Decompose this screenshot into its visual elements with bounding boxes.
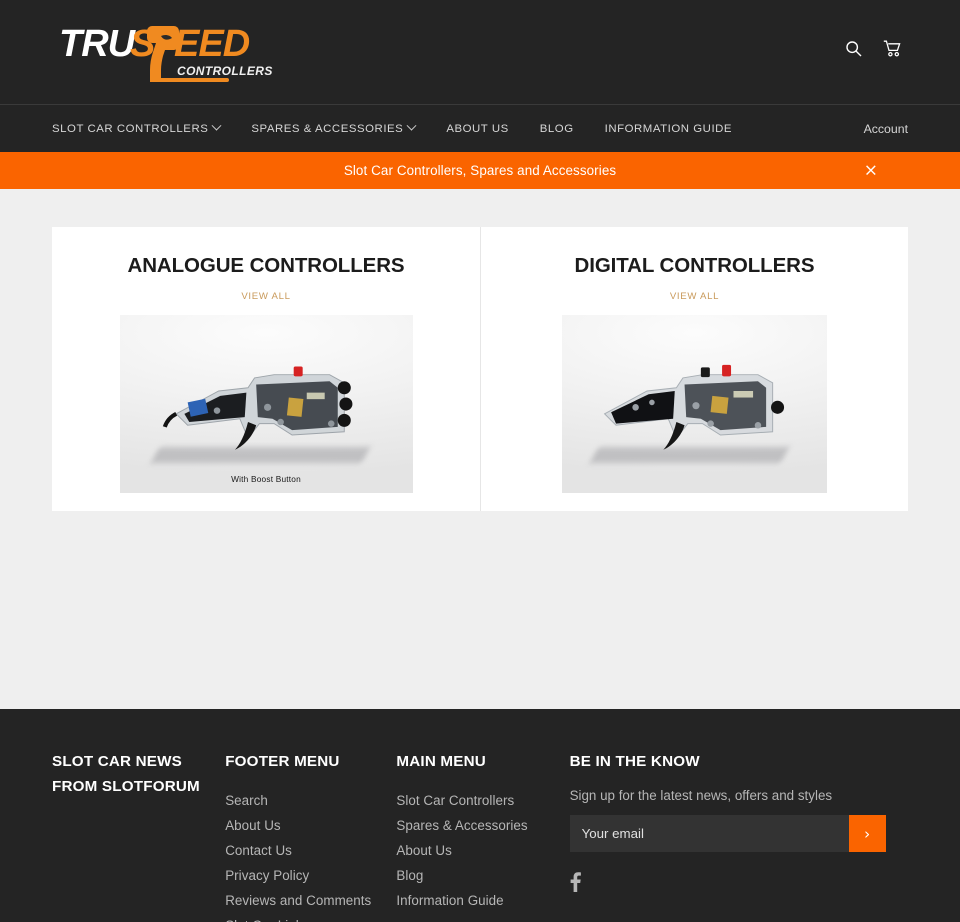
footer-column-newsletter: Be in the know Sign up for the latest ne… — [569, 749, 908, 922]
search-icon[interactable] — [845, 40, 862, 57]
footer-column-main-menu: Main Menu Slot Car Controllers Spares & … — [396, 749, 569, 922]
controller-illustration — [586, 360, 806, 458]
view-all-link[interactable]: View all — [241, 291, 290, 302]
main-navigation: Slot Car Controllers Spares & Accessorie… — [0, 104, 960, 152]
footer-heading: Slot Car News from Slotforum — [52, 753, 200, 796]
chevron-down-icon — [211, 120, 222, 131]
controller-illustration — [146, 360, 389, 458]
announcement-text: Slot Car Controllers, Spares and Accesso… — [343, 163, 617, 178]
view-all-link[interactable]: View all — [670, 291, 719, 302]
newsletter-email-input[interactable] — [569, 815, 849, 853]
footer-column-news: Slot Car News from Slotforum — [52, 749, 225, 922]
site-header: TRU S EED CONTROLLERS — [0, 0, 960, 104]
svg-text:CONTROLLERS: CONTROLLERS — [177, 64, 273, 78]
close-icon[interactable]: × — [864, 162, 878, 179]
nav-item-label: About Us — [446, 122, 509, 135]
newsletter-submit-button[interactable]: › — [848, 815, 886, 853]
nav-item-information-guide[interactable]: Information Guide — [605, 123, 732, 135]
main-content: Analogue Controllers View all — [0, 189, 960, 709]
newsletter-heading: Be in the know — [569, 753, 700, 770]
product-image-analogue[interactable]: With Boost Button — [119, 315, 413, 493]
nav-item-label: Slot Car Controllers — [52, 122, 209, 135]
footer-link-spares-accessories[interactable]: Spares & Accessories — [396, 813, 569, 838]
footer-heading: Footer Menu — [225, 753, 340, 770]
social-links — [570, 872, 908, 893]
facebook-icon[interactable] — [570, 872, 581, 893]
site-footer: Slot Car News from Slotforum Footer Menu… — [0, 709, 960, 922]
collection-card-digital[interactable]: Digital Controllers View all — [480, 227, 908, 511]
nav-item-label: Blog — [539, 122, 574, 135]
nav-item-slot-car-controllers[interactable]: Slot Car Controllers — [52, 120, 222, 135]
product-photo — [562, 315, 827, 493]
svg-text:TRU: TRU — [59, 23, 137, 65]
account-link[interactable]: Account — [864, 122, 908, 136]
footer-heading: Main Menu — [396, 753, 486, 770]
newsletter-form: › — [569, 815, 886, 853]
announcement-bar: Slot Car Controllers, Spares and Accesso… — [0, 152, 960, 189]
collection-cards: Analogue Controllers View all — [52, 227, 908, 511]
newsletter-subtitle: Sign up for the latest news, offers and … — [569, 788, 833, 804]
nav-list: Slot Car Controllers Spares & Accessorie… — [52, 120, 763, 135]
nav-item-about-us[interactable]: About Us — [446, 123, 508, 135]
nav-item-spares-accessories[interactable]: Spares & Accessories — [251, 120, 417, 135]
nav-item-label: Information Guide — [604, 122, 733, 135]
footer-columns: Slot Car News from Slotforum Footer Menu… — [52, 749, 908, 922]
collection-card-analogue[interactable]: Analogue Controllers View all — [52, 227, 480, 511]
footer-link-blog[interactable]: Blog — [396, 863, 569, 888]
site-logo[interactable]: TRU S EED CONTROLLERS — [57, 16, 273, 88]
image-caption: With Boost Button — [231, 474, 301, 484]
footer-link-about-us[interactable]: About Us — [225, 813, 396, 838]
nav-item-blog[interactable]: Blog — [540, 123, 574, 135]
footer-link-slot-car-controllers[interactable]: Slot Car Controllers — [396, 788, 569, 813]
product-photo — [119, 315, 413, 493]
footer-link-slot-car-links[interactable]: Slot Car Links — [225, 913, 396, 922]
footer-column-footer-menu: Footer Menu Search About Us Contact Us P… — [225, 749, 396, 922]
header-icon-group — [845, 40, 902, 57]
footer-link-about-us-main[interactable]: About Us — [396, 838, 569, 863]
footer-link-information-guide[interactable]: Information Guide — [396, 888, 569, 913]
page-root: TRU S EED CONTROLLERS SLOT CAR CONTROLLE… — [0, 0, 960, 922]
footer-link-reviews-and-comments[interactable]: Reviews and Comments — [225, 888, 396, 913]
card-title: Analogue Controllers — [127, 254, 405, 277]
footer-link-search[interactable]: Search — [225, 788, 396, 813]
svg-text:EED: EED — [174, 23, 250, 65]
footer-link-contact-us[interactable]: Contact Us — [225, 838, 396, 863]
card-title: Digital Controllers — [574, 254, 815, 277]
cart-icon[interactable] — [883, 40, 902, 57]
nav-item-label: Spares & Accessories — [251, 122, 404, 135]
product-image-digital[interactable] — [562, 315, 827, 493]
chevron-down-icon — [406, 120, 417, 131]
footer-link-privacy-policy[interactable]: Privacy Policy — [225, 863, 396, 888]
